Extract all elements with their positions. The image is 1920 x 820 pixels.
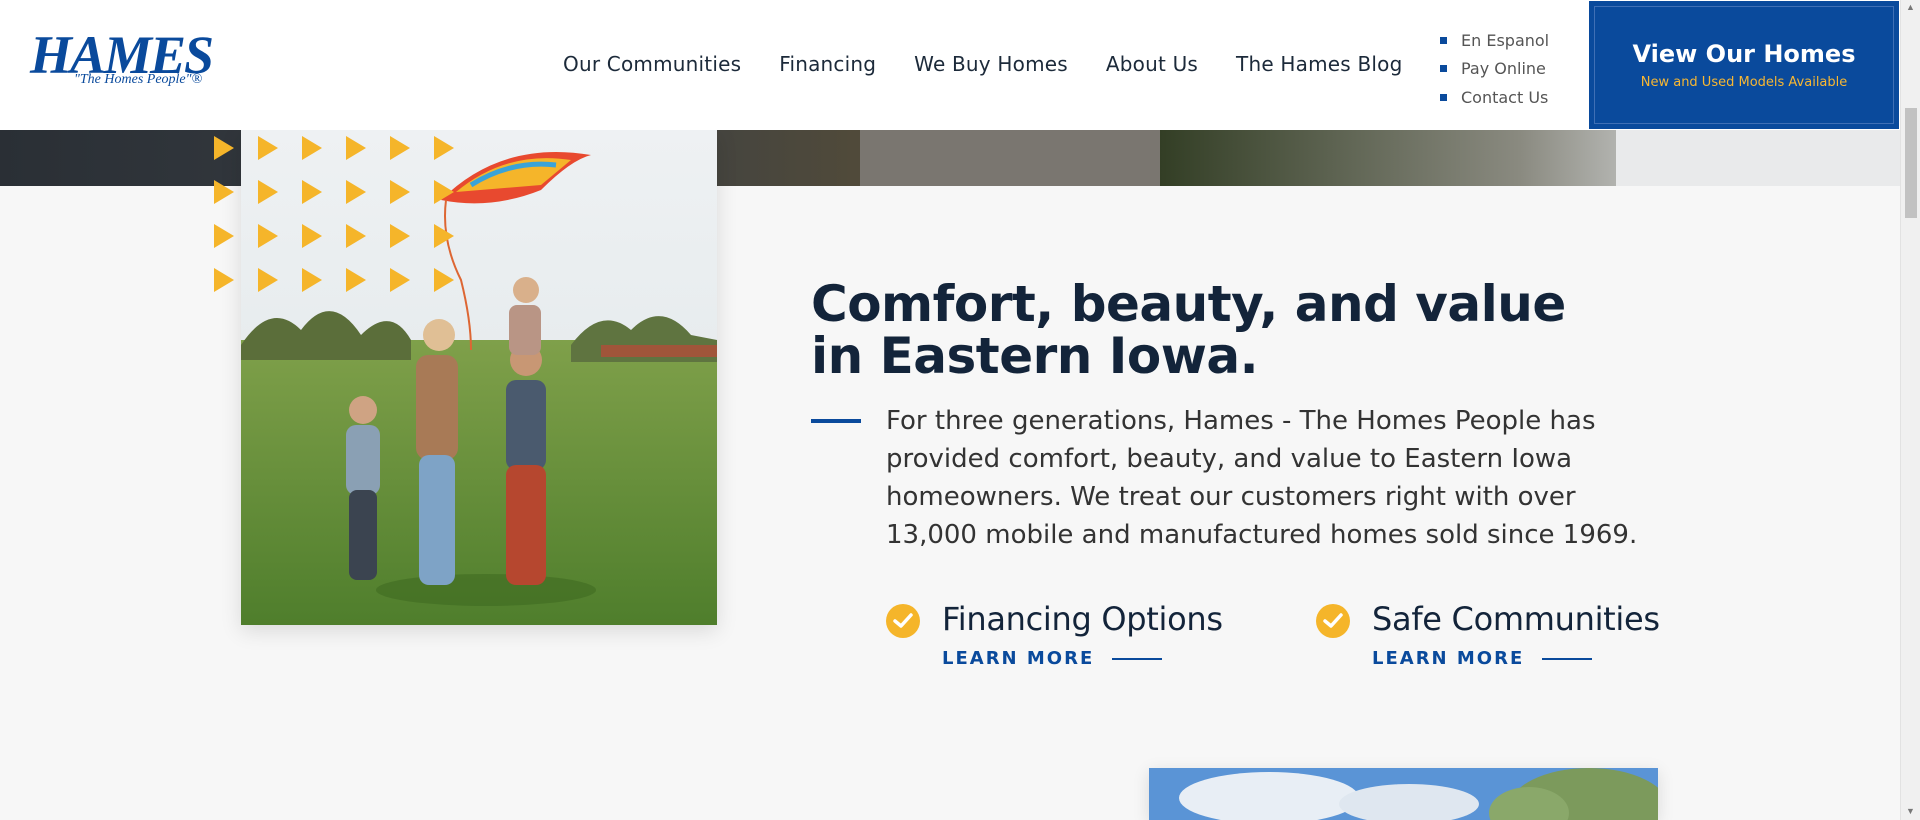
- cta-subtitle: New and Used Models Available: [1640, 75, 1848, 90]
- feature-title: Safe Communities: [1372, 600, 1660, 638]
- triangle-icon: [302, 224, 322, 248]
- triangle-icon: [346, 268, 366, 292]
- utility-links: En Espanol Pay Online Contact Us: [1440, 26, 1549, 112]
- triangle-icon: [258, 180, 278, 204]
- community-photo: [1149, 768, 1658, 820]
- triangle-icon: [390, 180, 410, 204]
- triangle-icon: [214, 180, 234, 204]
- banner-home: [1616, 130, 1900, 186]
- triangle-icon: [434, 224, 454, 248]
- learn-more-link[interactable]: LEARN MORE: [942, 648, 1162, 669]
- triangle-icon: [434, 180, 454, 204]
- triangle-icon: [434, 136, 454, 160]
- nav-about-us[interactable]: About Us: [1106, 52, 1198, 76]
- triangle-icon: [346, 180, 366, 204]
- section-heading: Comfort, beauty, and value in Eastern Io…: [811, 275, 1566, 385]
- triangle-icon: [258, 268, 278, 292]
- intro-paragraph: For three generations, Hames - The Homes…: [886, 406, 1638, 550]
- main-nav: Our Communities Financing We Buy Homes A…: [563, 52, 1402, 76]
- triangle-icon: [302, 180, 322, 204]
- view-our-homes-button[interactable]: View Our Homes New and Used Models Avail…: [1588, 0, 1900, 130]
- util-en-espanol[interactable]: En Espanol: [1440, 26, 1549, 55]
- triangle-icon: [390, 268, 410, 292]
- sky-trees-illustration: [1149, 768, 1658, 820]
- triangle-icon: [346, 136, 366, 160]
- accent-rule: [811, 419, 861, 423]
- learn-more-link[interactable]: LEARN MORE: [1372, 648, 1592, 669]
- nav-we-buy-homes[interactable]: We Buy Homes: [914, 52, 1068, 76]
- check-circle-icon: [1316, 604, 1350, 638]
- triangle-icon: [214, 224, 234, 248]
- nav-hames-blog[interactable]: The Hames Blog: [1236, 52, 1402, 76]
- triangle-pattern-decoration: [214, 136, 464, 296]
- triangle-icon: [258, 136, 278, 160]
- cta-title: View Our Homes: [1632, 40, 1856, 68]
- triangle-icon: [214, 268, 234, 292]
- triangle-icon: [390, 136, 410, 160]
- feature-title: Financing Options: [942, 600, 1223, 638]
- check-circle-icon: [886, 604, 920, 638]
- triangle-icon: [390, 224, 410, 248]
- site-header: HAMES "The Homes People"® Our Communitie…: [0, 0, 1900, 130]
- triangle-icon: [258, 224, 278, 248]
- cta-frame: View Our Homes New and Used Models Avail…: [1594, 6, 1894, 124]
- page-scrollbar[interactable]: ▲ ▼: [1900, 0, 1920, 820]
- util-pay-online[interactable]: Pay Online: [1440, 55, 1549, 84]
- triangle-icon: [302, 268, 322, 292]
- hames-logo[interactable]: HAMES "The Homes People"®: [28, 28, 214, 98]
- nav-our-communities[interactable]: Our Communities: [563, 52, 741, 76]
- banner-road: [860, 130, 1160, 186]
- nav-financing[interactable]: Financing: [779, 52, 876, 76]
- logo-tagline: "The Homes People"®: [74, 72, 203, 87]
- scroll-down-icon[interactable]: ▼: [1906, 806, 1915, 816]
- util-contact-us[interactable]: Contact Us: [1440, 83, 1549, 112]
- triangle-icon: [214, 136, 234, 160]
- scroll-up-icon[interactable]: ▲: [1906, 2, 1915, 12]
- triangle-icon: [346, 224, 366, 248]
- triangle-icon: [302, 136, 322, 160]
- scroll-thumb[interactable]: [1905, 108, 1917, 218]
- triangle-icon: [434, 268, 454, 292]
